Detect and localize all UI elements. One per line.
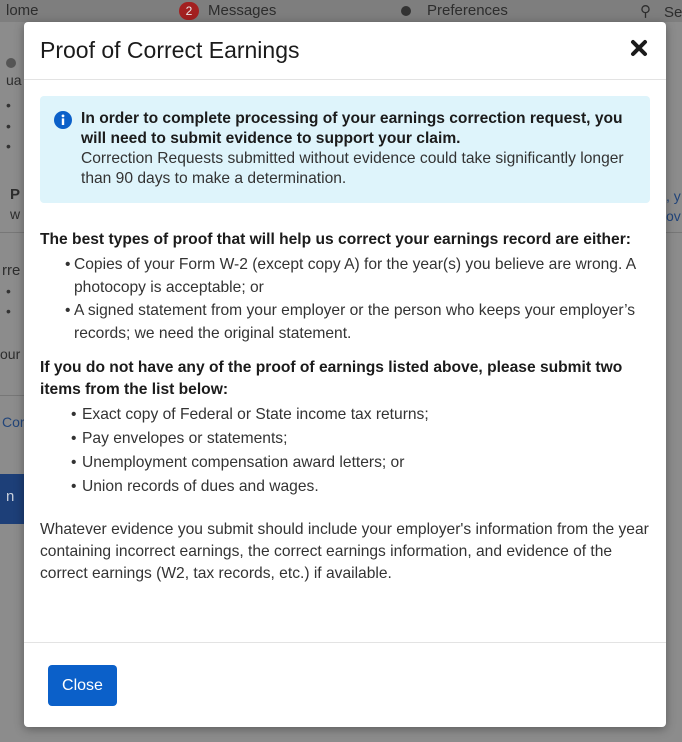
alert-text: Correction Requests submitted without ev… xyxy=(81,150,624,187)
background-fragment-p: P xyxy=(10,186,21,203)
search-icon: ⚲ xyxy=(640,3,651,20)
info-icon xyxy=(54,111,72,129)
background-circle-icon xyxy=(6,58,16,68)
list-item: Union records of dues and wages. xyxy=(40,475,650,499)
background-top-nav xyxy=(0,0,682,22)
close-icon xyxy=(631,40,647,56)
best-proof-list: Copies of your Form W-2 (except copy A) … xyxy=(40,253,650,345)
background-button-text: n xyxy=(6,488,15,505)
messages-count-badge: 2 xyxy=(179,2,199,20)
modal-body: In order to complete processing of your … xyxy=(24,80,666,585)
best-proof-section: The best types of proof that will help u… xyxy=(40,229,650,345)
background-divider xyxy=(0,395,24,396)
background-link-cor: Cor xyxy=(2,414,25,430)
alternative-proof-heading: If you do not have any of the proof of e… xyxy=(40,359,623,398)
background-right-link: ov xyxy=(666,208,681,224)
alert-bold-text: In order to complete processing of your … xyxy=(81,110,623,147)
background-divider xyxy=(666,232,682,233)
list-item: Unemployment compensation award letters;… xyxy=(40,451,650,475)
list-item: A signed statement from your employer or… xyxy=(40,299,650,345)
alternative-proof-section: If you do not have any of the proof of e… xyxy=(40,357,650,499)
close-button[interactable]: Close xyxy=(48,665,117,706)
background-bullet: • xyxy=(6,118,11,134)
background-divider xyxy=(0,232,24,233)
alternative-proof-list: Exact copy of Federal or State income ta… xyxy=(40,403,650,499)
background-fragment-ua: ua xyxy=(6,72,22,88)
list-item: Exact copy of Federal or State income ta… xyxy=(40,403,650,427)
modal-header: Proof of Correct Earnings xyxy=(24,22,666,80)
background-bullet: • xyxy=(6,303,11,319)
background-fragment-our: our xyxy=(0,346,21,362)
preferences-icon xyxy=(401,6,411,16)
list-item: Copies of your Form W-2 (except copy A) … xyxy=(40,253,650,299)
background-nav-preferences: Preferences xyxy=(427,2,508,19)
proof-of-earnings-modal: Proof of Correct Earnings In order to co… xyxy=(24,22,666,727)
closing-paragraph: Whatever evidence you submit should incl… xyxy=(40,521,649,582)
background-fragment-w: w xyxy=(10,206,21,222)
background-fragment-rre: rre xyxy=(2,262,21,279)
background-right-link: , y xyxy=(666,188,681,204)
background-bullet: • xyxy=(6,283,11,299)
background-bullet: • xyxy=(6,138,11,154)
background-bullet: • xyxy=(6,97,11,113)
best-proof-heading: The best types of proof that will help u… xyxy=(40,231,631,248)
background-nav-search: Se xyxy=(664,4,682,21)
info-alert: In order to complete processing of your … xyxy=(40,96,650,203)
background-nav-messages: Messages xyxy=(208,2,277,19)
close-x-button[interactable] xyxy=(627,34,651,62)
modal-title: Proof of Correct Earnings xyxy=(40,37,300,63)
list-item: Pay envelopes or statements; xyxy=(40,427,650,451)
modal-footer: Close xyxy=(24,642,666,727)
background-nav-home: lome xyxy=(6,2,39,19)
